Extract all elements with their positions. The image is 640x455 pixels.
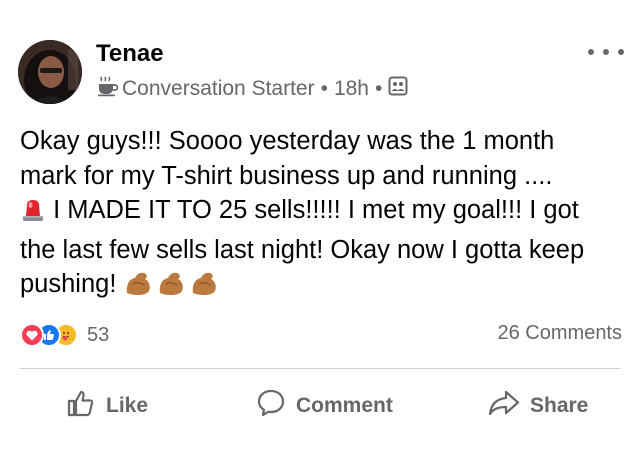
comments-count[interactable]: 26 Comments	[498, 322, 623, 345]
more-dot-icon	[618, 49, 624, 55]
reaction-count: 53	[87, 323, 110, 346]
meta-separator: •	[375, 77, 383, 100]
comment-button[interactable]: Comment	[256, 380, 393, 432]
post-text-line: I MADE IT TO 25 sells!!!!! I met my goal…	[53, 196, 579, 224]
post-text-line: mark for my T-shirt business up and runn…	[20, 161, 553, 190]
comment-label: Comment	[296, 394, 393, 417]
more-dot-icon	[588, 49, 594, 55]
more-options-button[interactable]	[588, 40, 624, 64]
share-button[interactable]: Share	[488, 380, 588, 432]
comment-bubble-icon	[256, 388, 286, 424]
more-dot-icon	[603, 49, 609, 55]
post-timestamp[interactable]: 18h	[334, 77, 369, 101]
like-label: Like	[106, 394, 149, 417]
like-button[interactable]: Like	[66, 380, 148, 432]
facebook-post: Tenae Conversation Starter • 18h • Okay …	[0, 0, 640, 455]
divider	[20, 368, 620, 369]
post-text-line-5: pushing!	[20, 267, 632, 307]
share-arrow-icon	[488, 388, 520, 424]
post-text-line: the last few sells last night! Okay now …	[20, 235, 585, 264]
avatar[interactable]	[18, 40, 82, 104]
post-text-line-3: I MADE IT TO 25 sells!!!!! I met my goal…	[20, 193, 632, 233]
meta-separator: •	[320, 77, 328, 100]
flexed-biceps-emoji	[124, 269, 222, 307]
share-label: Share	[530, 394, 589, 417]
post-text-line: Okay guys!!! Soooo yesterday was the 1 m…	[20, 127, 555, 155]
badge-label[interactable]: Conversation Starter	[122, 77, 315, 101]
reactions-summary[interactable]: 53	[20, 322, 109, 348]
love-reaction-icon	[20, 323, 44, 347]
post-body: Okay guys!!! Soooo yesterday was the 1 m…	[20, 124, 632, 307]
group-audience-icon[interactable]	[388, 76, 408, 102]
author-name[interactable]: Tenae	[96, 40, 164, 68]
coffee-cup-icon	[96, 75, 119, 103]
post-text-line: pushing!	[20, 270, 117, 298]
post-actions: Like Comment Share	[0, 380, 640, 432]
police-light-emoji	[20, 197, 46, 233]
post-meta: Conversation Starter • 18h •	[96, 76, 408, 102]
thumbs-up-icon	[66, 388, 96, 424]
